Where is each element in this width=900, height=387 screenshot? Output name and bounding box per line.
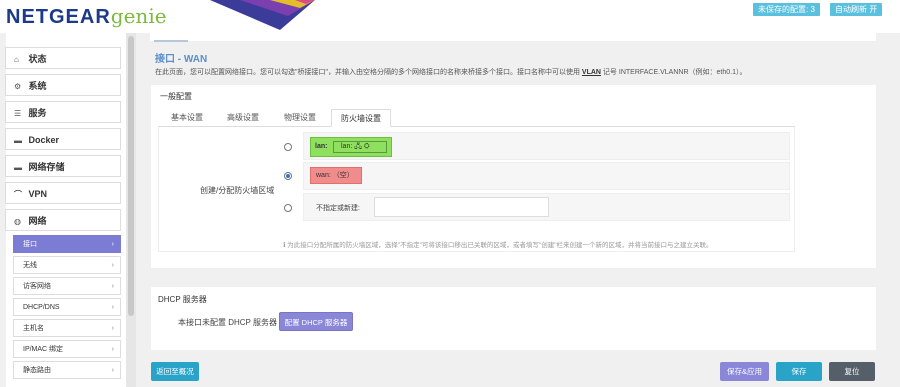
chevron-right-icon: › [111,367,114,374]
new-zone-label: 不指定或新建: [316,205,360,212]
subitem-label: 无线 [23,262,37,269]
tab-firewall-settings[interactable]: 防火墙设置 [331,109,391,127]
sidebar-item-system[interactable]: ⚙ 系统 [5,74,121,96]
sidebar-subitem-interfaces[interactable]: 接口 › [13,235,121,253]
globe-icon: ◍ [14,217,21,226]
sidebar-item-label: 网络存储 [28,162,65,172]
page-title: 接口 - WAN [155,54,208,65]
chevron-right-icon: › [111,346,114,353]
sidebar-item-services[interactable]: ☰ 服务 [5,101,121,123]
configure-dhcp-button[interactable]: 配置 DHCP 服务器 [279,312,353,331]
chevron-right-icon: › [111,325,114,332]
help-text: 为此接口分配所属的防火墙区域，选择"不指定"可将该接口移出已关联的区域，或者填写… [287,242,713,249]
tab-basic-settings[interactable]: 基本设置 [162,109,212,127]
zone-radio-lan[interactable] [284,143,292,151]
sidebar-item-label: 网络 [28,216,47,226]
logo-brand: NETGEAR [6,6,111,28]
save-button[interactable]: 保存 [776,362,822,381]
lan-zone-label: lan: [315,143,328,150]
desc-text-tail: 记号 INTERFACE.VLANNR（例如：eth0.1）。 [600,69,747,76]
auto-refresh-toggle[interactable]: 自动刷新 开 [830,3,883,16]
chevron-right-icon: › [111,241,114,248]
desc-text: 在此页面，您可以配置网络接口。您可以勾选"桥接接口"，并输入由空格分隔的多个网络… [155,69,582,76]
sidebar-item-vpn[interactable]: ⌒ VPN [5,182,121,204]
sidebar-subitem-dhcp-dns[interactable]: DHCP/DNS › [13,298,121,316]
firewall-zone-label: 创建/分配防火墙区域 [200,186,275,195]
subitem-label: 访客网络 [23,283,51,290]
unsaved-changes-badge[interactable]: 未保存的配置: 3 [753,3,820,16]
sidebar-subitem-ip-mac-binding[interactable]: IP/MAC 绑定 › [13,340,121,358]
subitem-label: DHCP/DNS [23,304,60,311]
logo-product: genie [110,4,167,28]
sidebar-subitem-guest-network[interactable]: 访客网络 › [13,277,121,295]
sidebar-item-nas[interactable]: ▬ 网络存储 [5,155,121,177]
subitem-label: 接口 [23,241,37,248]
lan-zone-chip: lan: lan: 🖧 ⛭ [310,137,392,157]
subitem-label: 静态路由 [23,367,51,374]
page-description: 在此页面，您可以配置网络接口。您可以勾选"桥接接口"，并输入由空格分隔的多个网络… [155,67,746,77]
sidebar-item-label: 服务 [28,108,47,118]
firewall-zone-help: ℹ 为此接口分配所属的防火墙区域，选择"不指定"可将该接口移出已关联的区域，或者… [283,239,713,249]
zone-radio-wan[interactable] [284,172,292,180]
sidebar-subitem-hostnames[interactable]: 主机名 › [13,319,121,337]
storage-icon: ▬ [14,163,22,172]
wan-zone-chip: wan: （空） [310,167,362,184]
title-underline [154,40,188,42]
vpn-icon: ⌒ [14,190,22,199]
netgear-genie-logo[interactable]: NETGEARgenie [6,4,167,29]
reset-button[interactable]: 复位 [829,362,875,381]
chevron-right-icon: › [111,262,114,269]
sidebar-subitem-wireless[interactable]: 无线 › [13,256,121,274]
sidebar-item-label: 状态 [28,54,47,64]
content-top-strip [150,33,876,41]
dhcp-server-title: DHCP 服务器 [158,295,207,304]
subitem-label: 主机名 [23,325,44,332]
top-bar: NETGEARgenie 未保存的配置: 3 自动刷新 开 [0,0,900,33]
tab-physical-settings[interactable]: 物理设置 [274,109,326,127]
gear-icon: ⚙ [14,82,22,91]
sidebar-item-label: Docker [28,135,60,145]
sidebar-item-docker[interactable]: ▬ Docker [5,128,121,150]
vlan-abbr: VLAN [581,69,601,76]
lan-zone-members: lan: 🖧 ⛭ [333,141,387,153]
save-apply-button[interactable]: 保存&应用 [720,362,769,381]
chevron-right-icon: › [111,304,114,311]
home-icon: ⌂ [14,55,19,64]
sidebar-subitem-static-routes[interactable]: 静态路由 › [13,361,121,379]
back-to-overview-button[interactable]: 返回至概况 [151,362,199,381]
zone-row-wan [303,162,790,190]
dhcp-status-label: 本接口未配置 DHCP 服务器 [178,318,277,327]
sidebar-item-label: 系统 [28,81,47,91]
tab-advanced-settings[interactable]: 高级设置 [218,109,268,127]
list-icon: ☰ [14,109,22,118]
sidebar-item-network[interactable]: ◍ 网络 [5,209,121,231]
logo-swoosh-graphic [210,0,315,30]
docker-icon: ▬ [14,136,22,145]
sidebar-scrollbar-thumb[interactable] [128,36,134,316]
sidebar-item-label: VPN [28,189,48,199]
subitem-label: IP/MAC 绑定 [23,346,64,353]
chevron-right-icon: › [111,283,114,290]
sidebar-item-status[interactable]: ⌂ 状态 [5,47,121,69]
new-zone-input[interactable] [374,197,549,217]
general-settings-title: 一般配置 [160,92,192,101]
zone-radio-new[interactable] [284,204,292,212]
